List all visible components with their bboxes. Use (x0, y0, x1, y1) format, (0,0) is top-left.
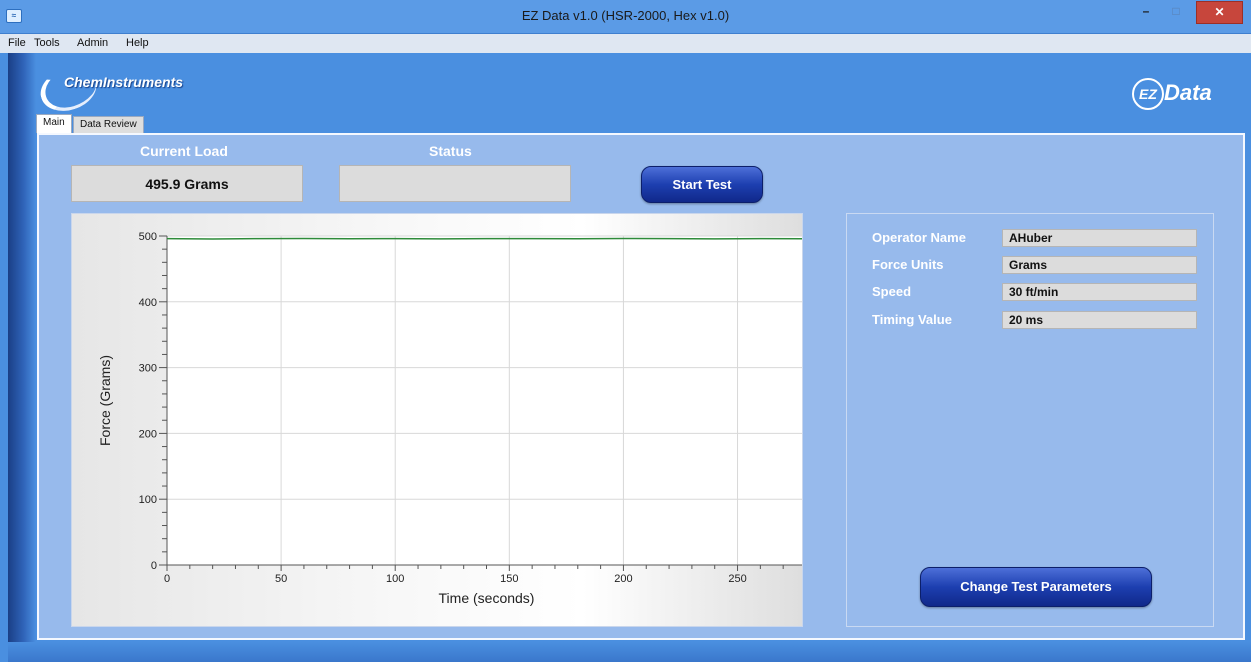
tab-data-review[interactable]: Data Review (73, 116, 144, 133)
y-tick-label: 400 (139, 297, 157, 309)
app-area: ChemInstruments EZ Data Main Data Review… (0, 53, 1251, 662)
main-panel: Current Load 495.9 Grams Status Start Te… (37, 133, 1245, 640)
force-units-label: Force Units (872, 257, 944, 272)
plot-area (167, 236, 806, 565)
change-test-parameters-button[interactable]: Change Test Parameters (920, 567, 1152, 607)
ezdata-logo-text: Data (1164, 80, 1212, 105)
x-tick-label: 100 (386, 573, 404, 585)
y-tick-label: 100 (139, 494, 157, 506)
x-tick-label: 250 (728, 573, 746, 585)
x-tick-label: 200 (614, 573, 632, 585)
menu-help[interactable]: Help (126, 37, 149, 49)
left-edge-shade (8, 53, 36, 662)
ez-badge-icon: EZ (1132, 78, 1164, 110)
current-load-readout: 495.9 Grams (71, 165, 303, 202)
y-tick-label: 0 (151, 560, 157, 572)
test-parameters-box: Operator Name AHuber Force Units Grams S… (846, 213, 1214, 627)
cheminstruments-logo-text: ChemInstruments (64, 74, 184, 90)
ezdata-logo: EZ Data (1132, 78, 1232, 110)
timing-value-label: Timing Value (872, 312, 952, 327)
maximize-button[interactable]: □ (1161, 1, 1191, 22)
y-tick-label: 300 (139, 363, 157, 375)
window-title: EZ Data v1.0 (HSR-2000, Hex v1.0) (521, 8, 730, 23)
x-tick-label: 150 (500, 573, 518, 585)
y-tick-label: 500 (139, 231, 157, 243)
current-load-label: Current Load (140, 143, 228, 159)
minimize-button[interactable]: – (1131, 1, 1161, 22)
speed-label: Speed (872, 284, 912, 299)
force-chart-svg: 0 50 100 150 200 250 0 100 200 300 400 500 Time (sec… (97, 231, 807, 606)
x-tick-label: 0 (164, 573, 170, 585)
bottom-edge-shade (8, 642, 1251, 662)
title-bar: ≈ EZ Data v1.0 (HSR-2000, Hex v1.0) – □ … (0, 0, 1251, 34)
operator-name-label: Operator Name (872, 230, 966, 245)
y-tick-label: 200 (139, 428, 157, 440)
start-test-button[interactable]: Start Test (641, 166, 763, 203)
menu-bar: File Tools Admin Help (0, 34, 1251, 53)
speed-value: 30 ft/min (1002, 283, 1197, 301)
status-readout (339, 165, 571, 202)
force-units-value: Grams (1002, 256, 1197, 274)
status-label: Status (429, 143, 472, 159)
y-axis-title: Force (Grams) (97, 355, 113, 446)
force-chart: 0 50 100 150 200 250 0 100 200 300 400 500 Time (sec… (71, 213, 807, 627)
operator-name-value: AHuber (1002, 229, 1197, 247)
timing-value-value: 20 ms (1002, 311, 1197, 329)
close-button[interactable]: ✕ (1196, 1, 1243, 24)
tab-main[interactable]: Main (36, 114, 72, 133)
menu-file[interactable]: File (8, 37, 26, 49)
menu-admin[interactable]: Admin (77, 37, 108, 49)
menu-tools[interactable]: Tools (34, 37, 60, 49)
cheminstruments-logo: ChemInstruments (35, 61, 210, 118)
x-tick-label: 50 (275, 573, 287, 585)
x-axis-title: Time (seconds) (439, 590, 535, 606)
